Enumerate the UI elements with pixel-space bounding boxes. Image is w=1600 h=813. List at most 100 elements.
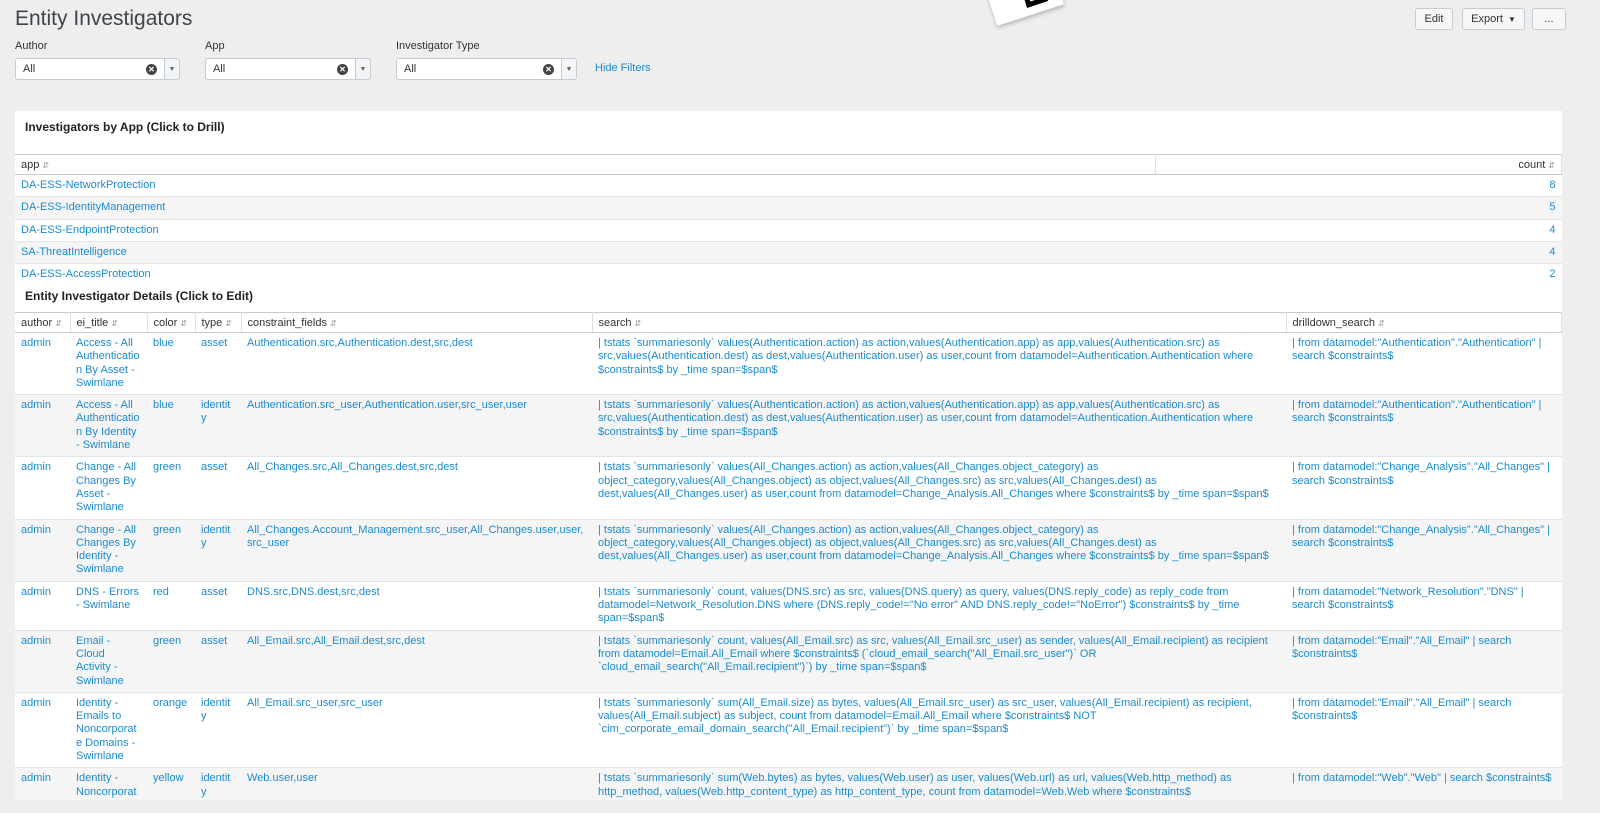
app-select[interactable]: All ✕ [205, 58, 355, 80]
table-row[interactable]: admin Change - All Changes By Asset - Swi… [15, 456, 1562, 520]
table-row[interactable]: adminIdentity - Noncorporate Web Uploads… [15, 767, 1562, 800]
type-cell[interactable]: identity [195, 692, 241, 769]
search-cell[interactable]: | tstats `summariesonly` values(All_Chan… [592, 519, 1286, 582]
app-cell[interactable]: DA-ESS-IdentityManagement [15, 196, 1155, 220]
dropdown-arrow-icon[interactable]: ▼ [355, 58, 371, 80]
author-cell[interactable]: admin [15, 332, 70, 396]
search-cell[interactable]: | tstats `summariesonly` count, values(A… [592, 630, 1286, 693]
dropdown-arrow-icon[interactable]: ▼ [164, 58, 180, 80]
column-header-app[interactable]: app ⇵ [15, 154, 1156, 175]
table-row[interactable]: DA-ESS-EndpointProtection 4 [15, 219, 1562, 242]
count-cell[interactable]: 5 [1155, 196, 1562, 220]
table-row[interactable]: admin Email - Cloud Activity - Swimlane gr… [15, 630, 1562, 693]
color-cell[interactable]: blue [147, 332, 195, 396]
ei-title-cell[interactable]: Access - All Authentication By Asset - S… [70, 332, 147, 396]
drilldown-search-cell[interactable]: | from datamodel:"Authentication"."Authe… [1286, 332, 1562, 396]
type-cell[interactable]: asset [195, 630, 241, 693]
column-header-constraint-fields[interactable]: constraint_fields ⇵ [241, 312, 593, 333]
ei-title-cell[interactable]: DNS - Errors - Swimlane [70, 581, 147, 631]
clear-icon[interactable]: ✕ [146, 63, 157, 75]
app-cell[interactable]: DA-ESS-EndpointProtection [15, 219, 1155, 242]
clear-icon[interactable]: ✕ [337, 63, 348, 75]
author-cell[interactable]: admin [15, 630, 70, 693]
constraint-fields-cell[interactable]: All_Changes.Account_Management.src_user,… [241, 519, 592, 582]
app-cell[interactable]: DA-ESS-NetworkProtection [15, 174, 1155, 198]
ei-title-cell[interactable]: Email - Cloud Activity - Swimlane [70, 630, 147, 693]
author-cell[interactable]: admin [15, 581, 70, 631]
ei-title-cell[interactable]: Identity - Noncorporate Web Uploads - Sw… [70, 767, 147, 800]
author-select[interactable]: All ✕ [15, 58, 164, 80]
author-cell[interactable]: admin [15, 692, 70, 769]
author-cell[interactable]: admin [15, 519, 70, 582]
edit-button[interactable]: Edit [1415, 8, 1453, 30]
export-button[interactable]: Export ▼ [1462, 8, 1525, 30]
color-cell[interactable]: green [147, 519, 195, 582]
column-header-color[interactable]: color ⇵ [147, 312, 196, 333]
sort-icon: ⇵ [634, 318, 642, 328]
dropdown-arrow-icon[interactable]: ▼ [561, 58, 577, 80]
color-cell[interactable]: yellow [147, 767, 195, 800]
type-cell[interactable]: identity [195, 767, 241, 800]
color-cell[interactable]: red [147, 581, 195, 631]
author-cell[interactable]: admin [15, 456, 70, 520]
constraint-fields-cell[interactable]: All_Email.src,All_Email.dest,src,dest [241, 630, 592, 693]
constraint-fields-cell[interactable]: All_Changes.src,All_Changes.dest,src,des… [241, 456, 592, 520]
search-cell[interactable]: | tstats `summariesonly` values(Authenti… [592, 332, 1286, 396]
table-row[interactable]: DA-ESS-NetworkProtection 8 [15, 174, 1562, 198]
filter-value: All [213, 63, 226, 75]
column-header-ei-title[interactable]: ei_title ⇵ [70, 312, 148, 333]
ei-title-cell[interactable]: Change - All Changes By Identity - Swiml… [70, 519, 147, 582]
count-cell[interactable]: 4 [1155, 219, 1562, 242]
color-cell[interactable]: blue [147, 394, 195, 458]
type-cell[interactable]: asset [195, 332, 241, 396]
type-cell[interactable]: identity [195, 519, 241, 582]
more-actions-button[interactable]: ... [1532, 8, 1566, 30]
investigator-type-select[interactable]: All ✕ [396, 58, 561, 80]
constraint-fields-cell[interactable]: All_Email.src_user,src_user [241, 692, 592, 769]
drilldown-search-cell[interactable]: | from datamodel:"Change_Analysis"."All_… [1286, 456, 1562, 520]
table-row[interactable]: admin Change - All Changes By Identity - … [15, 519, 1562, 582]
count-cell[interactable]: 4 [1155, 241, 1562, 265]
ei-title-cell[interactable]: Change - All Changes By Asset - Swimlane [70, 456, 147, 520]
column-header-drilldown-search[interactable]: drilldown_search ⇵ [1286, 312, 1562, 333]
hide-filters-link[interactable]: Hide Filters [595, 62, 651, 74]
ei-title-cell[interactable]: Access - All Authentication By Identity … [70, 394, 147, 458]
column-header-author[interactable]: author ⇵ [15, 312, 71, 333]
color-cell[interactable]: orange [147, 692, 195, 769]
drilldown-search-cell[interactable]: | from datamodel:"Email"."All_Email" | s… [1286, 692, 1562, 769]
search-cell[interactable]: | tstats `summariesonly` values(All_Chan… [592, 456, 1286, 520]
constraint-fields-cell[interactable]: DNS.src,DNS.dest,src,dest [241, 581, 592, 631]
clear-icon[interactable]: ✕ [543, 63, 554, 75]
drilldown-search-cell[interactable]: | from datamodel:"Network_Resolution"."D… [1286, 581, 1562, 631]
type-cell[interactable]: asset [195, 456, 241, 520]
app-cell[interactable]: SA-ThreatIntelligence [15, 241, 1155, 265]
table-row[interactable]: admin Identity - Emails to Noncorporate D… [15, 692, 1562, 769]
search-cell[interactable]: | tstats `summariesonly` values(Authenti… [592, 394, 1286, 458]
search-cell[interactable]: | tstats `summariesonly` sum(All_Email.s… [592, 692, 1286, 769]
color-cell[interactable]: green [147, 630, 195, 693]
search-cell[interactable]: | tstats `summariesonly` sum(Web.bytes) … [592, 767, 1286, 800]
color-cell[interactable]: green [147, 456, 195, 520]
author-cell[interactable]: admin [15, 767, 70, 800]
table-row[interactable]: admin Access - All Authentication By Asse… [15, 332, 1562, 396]
drilldown-search-cell[interactable]: | from datamodel:"Authentication"."Authe… [1286, 394, 1562, 458]
type-cell[interactable]: asset [195, 581, 241, 631]
table-row[interactable]: SA-ThreatIntelligence 4 [15, 241, 1562, 265]
column-header-count[interactable]: count ⇵ [1155, 154, 1562, 175]
constraint-fields-cell[interactable]: Authentication.src,Authentication.dest,s… [241, 332, 592, 396]
table-row[interactable]: admin DNS - Errors - Swimlane red asset DNS.… [15, 581, 1562, 631]
author-cell[interactable]: admin [15, 394, 70, 458]
ei-title-cell[interactable]: Identity - Emails to Noncorporate Domain… [70, 692, 147, 769]
table-row[interactable]: admin Access - All Authentication By Iden… [15, 394, 1562, 458]
column-header-search[interactable]: search ⇵ [592, 312, 1287, 333]
count-cell[interactable]: 8 [1155, 174, 1562, 198]
drilldown-search-cell[interactable]: | from datamodel:"Change_Analysis"."All_… [1286, 519, 1562, 582]
table-row[interactable]: DA-ESS-IdentityManagement 5 [15, 196, 1562, 220]
constraint-fields-cell[interactable]: Web.user,user [241, 767, 592, 800]
column-header-type[interactable]: type ⇵ [195, 312, 242, 333]
constraint-fields-cell[interactable]: Authentication.src_user,Authentication.u… [241, 394, 592, 458]
search-cell[interactable]: | tstats `summariesonly` count, values(D… [592, 581, 1286, 631]
type-cell[interactable]: identity [195, 394, 241, 458]
drilldown-search-cell[interactable]: | from datamodel:"Web"."Web" | search $c… [1286, 767, 1562, 800]
drilldown-search-cell[interactable]: | from datamodel:"Email"."All_Email" | s… [1286, 630, 1562, 693]
